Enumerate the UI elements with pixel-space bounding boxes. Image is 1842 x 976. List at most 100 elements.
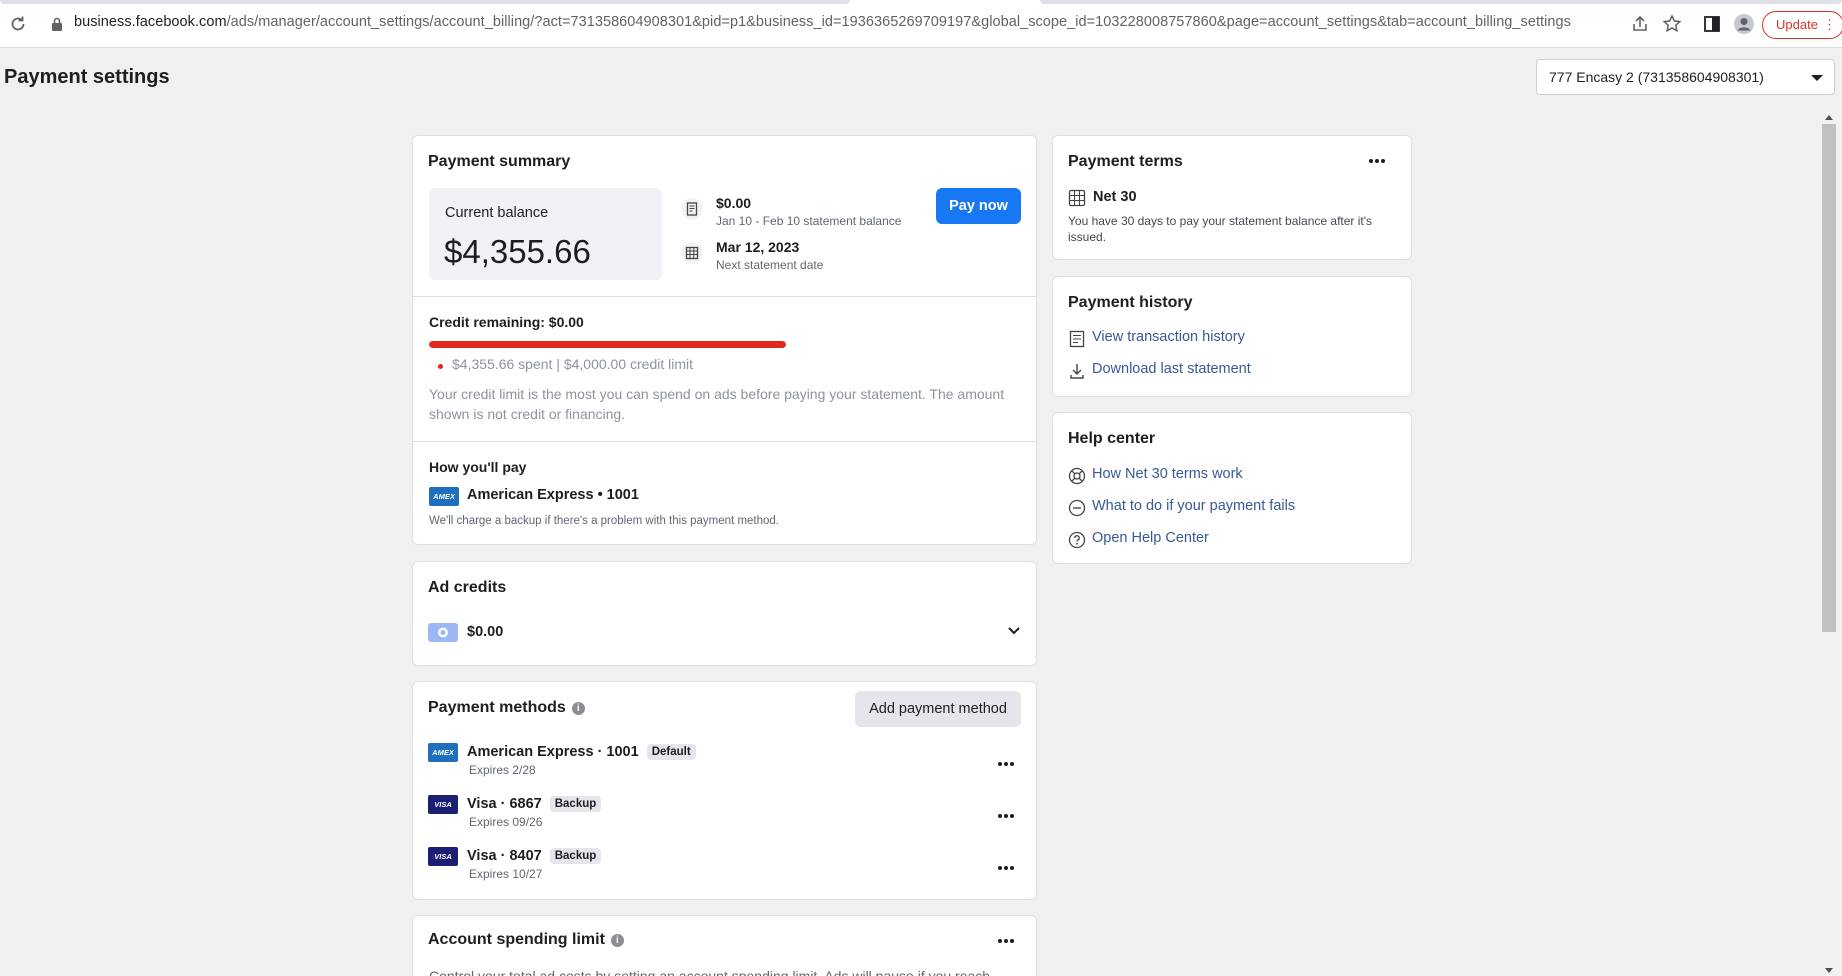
payment-history-title: Payment history — [1068, 294, 1193, 311]
current-balance-label: Current balance — [445, 205, 549, 221]
visa-card-icon: VISA — [428, 847, 458, 866]
account-selector-value: 777 Encasy 2 (731358604908301) — [1549, 69, 1764, 85]
statement-balance: $0.00 — [716, 195, 752, 211]
current-balance-box: Current balance $4,355.66 — [429, 188, 662, 280]
payment-terms-title: Payment terms — [1068, 153, 1183, 170]
more-options-icon[interactable] — [996, 864, 1016, 872]
update-button[interactable]: Update ⋮ — [1762, 11, 1842, 39]
url-path: /ads/manager/account_settings/account_bi… — [226, 14, 1571, 30]
info-icon[interactable]: i — [610, 934, 624, 947]
backup-badge: Backup — [549, 848, 602, 864]
chevron-down-icon[interactable] — [1007, 626, 1021, 636]
address-bar[interactable]: business.facebook.com/ads/manager/accoun… — [74, 14, 1571, 30]
ad-credits-card: Ad credits $0.00 — [412, 561, 1037, 666]
ad-credits-title: Ad credits — [428, 579, 507, 596]
payment-method-label: American Express · 1001 — [467, 744, 639, 760]
payment-term-name: Net 30 — [1093, 189, 1137, 205]
payment-summary-card: Payment summary Current balance $4,355.6… — [412, 135, 1037, 545]
payment-method-label: Visa · 6867 — [467, 796, 542, 812]
receipt-icon — [681, 198, 703, 220]
spending-limit-title-text: Account spending limit — [428, 931, 605, 948]
payment-methods-title-text: Payment methods — [428, 699, 566, 716]
more-options-icon[interactable] — [996, 937, 1016, 945]
payment-method-expiry: Expires 09/26 — [469, 815, 543, 829]
ad-credit-coin-icon — [428, 623, 458, 642]
info-icon[interactable]: i — [571, 702, 585, 715]
side-panel-icon[interactable] — [1701, 13, 1723, 35]
how-you-pay-title: How you'll pay — [429, 459, 527, 475]
payment-method-name: Visa · 6867 Backup — [467, 796, 602, 812]
credit-progress-fill — [429, 341, 786, 348]
spending-limit-title: Account spending limit i — [428, 931, 624, 949]
help-center-card: Help center How Net 30 terms work What t… — [1052, 412, 1412, 564]
spending-limit-card: Account spending limit i Control your tot… — [412, 915, 1037, 976]
payment-history-card: Payment history View transaction history… — [1052, 276, 1412, 397]
tab-strip — [0, 0, 1842, 6]
spent-dot — [438, 364, 443, 369]
payment-summary-title: Payment summary — [428, 153, 571, 170]
download-last-statement-link[interactable]: Download last statement — [1092, 361, 1251, 377]
receipt-icon — [1069, 330, 1085, 348]
add-payment-method-button[interactable]: Add payment method — [855, 691, 1021, 727]
backup-badge: Backup — [549, 796, 602, 812]
minus-circle-icon — [1068, 499, 1086, 517]
profile-avatar-icon[interactable] — [1733, 13, 1755, 35]
divider — [413, 296, 1036, 297]
tab-inactive[interactable] — [1040, 0, 1842, 4]
share-icon[interactable] — [1629, 13, 1651, 35]
payment-fails-link[interactable]: What to do if your payment fails — [1092, 498, 1295, 514]
spending-limit-text: Control your total ad costs by setting a… — [429, 968, 991, 976]
visa-card-icon: VISA — [428, 795, 458, 814]
credit-spent-line: $4,355.66 spent | $4,000.00 credit limit — [452, 356, 694, 372]
tab-inactive[interactable] — [0, 0, 850, 4]
next-statement-sub: Next statement date — [716, 258, 824, 272]
amex-card-icon: AMEX — [428, 743, 458, 762]
how-net30-link[interactable]: How Net 30 terms work — [1092, 466, 1243, 482]
pay-now-button[interactable]: Pay now — [936, 188, 1021, 224]
how-you-pay-method: American Express • 1001 — [467, 487, 639, 503]
scroll-thumb[interactable] — [1822, 124, 1836, 632]
scroll-up-arrow-icon[interactable] — [1825, 115, 1833, 120]
more-options-icon[interactable] — [996, 812, 1016, 820]
more-options-icon[interactable] — [1367, 157, 1387, 165]
statement-balance-sub: Jan 10 - Feb 10 statement balance — [716, 214, 902, 228]
payment-methods-title: Payment methods i — [428, 699, 585, 717]
question-circle-icon — [1068, 531, 1086, 549]
view-transaction-history-link[interactable]: View transaction history — [1092, 329, 1245, 345]
update-label: Update — [1776, 17, 1818, 32]
menu-dots-icon: ⋮ — [1823, 17, 1836, 32]
payment-method-expiry: Expires 2/28 — [469, 763, 536, 777]
payment-method-label: Visa · 8407 — [467, 848, 542, 864]
payment-methods-card: Payment methods i Add payment method AMEX… — [412, 681, 1037, 900]
calendar-icon — [681, 242, 703, 264]
page-title: Payment settings — [4, 66, 170, 88]
next-statement-date: Mar 12, 2023 — [716, 239, 800, 255]
star-icon[interactable] — [1661, 13, 1683, 35]
payment-terms-card: Payment terms Net 30 You have 30 days to… — [1052, 135, 1412, 260]
credit-remaining: Credit remaining: $0.00 — [429, 314, 584, 330]
divider — [413, 441, 1036, 442]
more-options-icon[interactable] — [996, 760, 1016, 768]
lifebuoy-icon — [1068, 467, 1086, 485]
help-center-title: Help center — [1068, 430, 1156, 447]
page-scrollbar[interactable] — [1818, 112, 1842, 976]
payment-method-name: Visa · 8407 Backup — [467, 848, 602, 864]
open-help-center-link[interactable]: Open Help Center — [1092, 530, 1209, 546]
payment-method-name: American Express · 1001 Default — [467, 744, 696, 760]
credit-limit-note: Your credit limit is the most you can sp… — [429, 386, 1005, 422]
download-icon — [1070, 364, 1084, 379]
chevron-down-icon — [1811, 75, 1823, 81]
amex-card-icon: AMEX — [429, 487, 459, 506]
default-badge: Default — [646, 744, 696, 760]
lock-icon[interactable] — [50, 16, 64, 32]
url-host: business.facebook.com — [74, 14, 227, 30]
browser-toolbar: business.facebook.com/ads/manager/accoun… — [0, 0, 1842, 48]
calendar-icon — [1068, 189, 1086, 207]
reload-icon[interactable] — [8, 14, 28, 34]
scroll-down-arrow-icon[interactable] — [1825, 968, 1833, 973]
how-you-pay-note: We'll charge a backup if there's a probl… — [429, 515, 779, 527]
ad-credits-amount: $0.00 — [467, 624, 504, 640]
payment-term-description: You have 30 days to pay your statement b… — [1068, 214, 1373, 244]
account-selector[interactable]: 777 Encasy 2 (731358604908301) — [1536, 59, 1835, 95]
current-balance-value: $4,355.66 — [444, 233, 591, 270]
